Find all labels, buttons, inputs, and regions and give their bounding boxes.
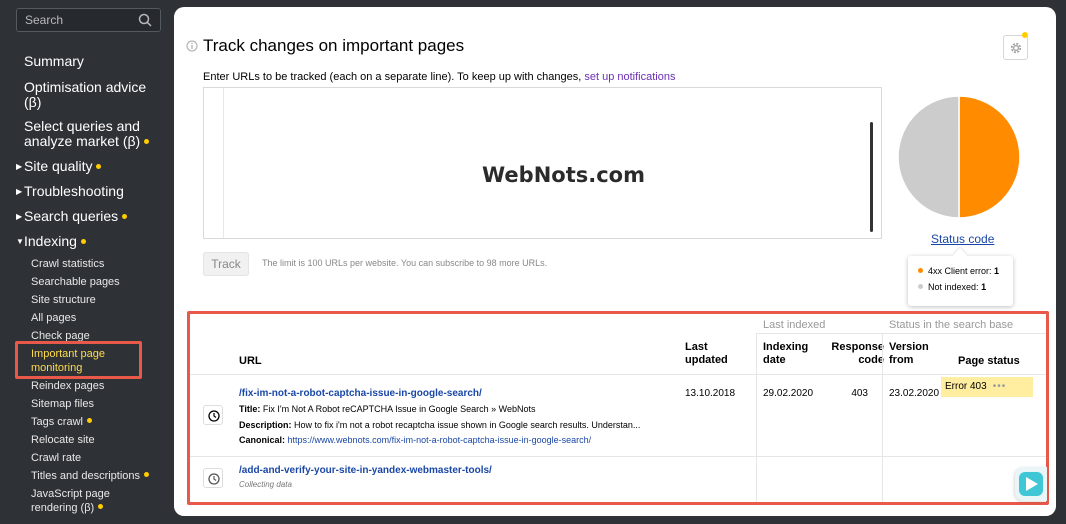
sidebar-item-reindex-pages[interactable]: Reindex pages xyxy=(31,379,166,393)
assistant-button[interactable] xyxy=(1015,467,1047,501)
legend-item-4xx: 4xx Client error: 1 xyxy=(918,266,999,276)
main-panel: Track changes on important pages Enter U… xyxy=(174,7,1056,516)
caret-right-icon: ▶ xyxy=(16,162,23,171)
line-number-gutter xyxy=(204,88,224,238)
new-badge-dot xyxy=(98,504,104,509)
sidebar-section-label: Search queries xyxy=(24,208,119,224)
sidebar-item-tags-crawl[interactable]: Tags crawl xyxy=(31,415,166,429)
table-highlight-box xyxy=(187,311,1049,505)
sidebar-section-label: Troubleshooting xyxy=(24,183,124,199)
pie-slice-0[interactable] xyxy=(958,95,1021,219)
new-badge-dot xyxy=(122,214,128,219)
sidebar-section-search-queries[interactable]: ▶ Search queries xyxy=(16,208,128,225)
legend-value: 1 xyxy=(981,282,987,292)
sidebar-item-titles-and-descriptions[interactable]: Titles and descriptions xyxy=(31,469,166,483)
legend-dot-orange xyxy=(918,268,923,273)
sidebar-item-sitemap-files[interactable]: Sitemap files xyxy=(31,397,166,411)
play-arrow-icon xyxy=(1019,472,1043,496)
sidebar-item-javascript-page-rendering[interactable]: JavaScript page rendering (β) xyxy=(31,487,126,515)
status-code-pie-chart xyxy=(897,95,1021,219)
info-icon[interactable] xyxy=(186,40,198,52)
sidebar-item-label: Titles and descriptions xyxy=(31,470,141,482)
sidebar: Summary Optimisation advice (β) Select q… xyxy=(0,0,172,524)
instructions-label: Enter URLs to be tracked (each on a sepa… xyxy=(203,71,582,83)
settings-button[interactable] xyxy=(1003,35,1028,60)
sidebar-section-indexing[interactable]: ▼Indexing xyxy=(16,233,86,250)
sidebar-item-summary[interactable]: Summary xyxy=(24,54,164,69)
legend-dot-grey xyxy=(918,284,923,289)
sidebar-item-all-pages[interactable]: All pages xyxy=(31,311,166,325)
sidebar-item-label: Tags crawl xyxy=(31,416,83,428)
sidebar-section-label: Site quality xyxy=(24,158,93,174)
new-badge-dot xyxy=(144,139,150,144)
new-badge-dot xyxy=(86,418,92,423)
caret-down-icon: ▼ xyxy=(16,237,24,246)
instructions-text: Enter URLs to be tracked (each on a sepa… xyxy=(203,71,675,83)
page-title: Track changes on important pages xyxy=(203,36,465,55)
legend-label: Not indexed: xyxy=(928,282,979,292)
sidebar-search[interactable] xyxy=(16,8,161,32)
sidebar-item-searchable-pages[interactable]: Searchable pages xyxy=(31,275,166,289)
new-badge-dot xyxy=(144,472,150,477)
sidebar-section-site-quality[interactable]: ▶ Site quality xyxy=(16,158,102,175)
caret-right-icon: ▶ xyxy=(16,212,23,221)
notification-dot xyxy=(1022,32,1028,38)
legend-value: 1 xyxy=(994,266,1000,276)
textarea-scrollbar[interactable] xyxy=(870,122,873,232)
watermark-logo: WebNots.com xyxy=(482,163,645,187)
chart-legend-tooltip: 4xx Client error: 1 Not indexed: 1 xyxy=(908,256,1013,306)
search-icon[interactable] xyxy=(138,13,152,27)
sidebar-item-relocate-site[interactable]: Relocate site xyxy=(31,433,166,447)
sidebar-item-site-structure[interactable]: Site structure xyxy=(31,293,166,307)
pie-slice-1[interactable] xyxy=(897,95,960,219)
sidebar-section-troubleshooting[interactable]: ▶ Troubleshooting xyxy=(16,183,124,200)
track-button[interactable]: Track xyxy=(203,252,249,276)
set-up-notifications-link[interactable]: set up notifications xyxy=(584,71,675,83)
legend-label: 4xx Client error: xyxy=(928,266,992,276)
sidebar-item-select-queries[interactable]: Select queries and analyze market (β) xyxy=(24,119,164,149)
gear-icon xyxy=(1010,42,1022,54)
sidebar-section-label: Indexing xyxy=(24,233,77,249)
sidebar-item-check-page[interactable]: Check page xyxy=(31,329,166,343)
sidebar-item-important-page-monitoring[interactable]: Important page monitoring xyxy=(31,347,131,375)
status-code-link[interactable]: Status code xyxy=(931,232,994,246)
new-badge-dot xyxy=(96,164,102,169)
sidebar-item-label: Select queries and analyze market (β) xyxy=(24,118,141,149)
sidebar-item-crawl-rate[interactable]: Crawl rate xyxy=(31,451,166,465)
sidebar-item-label: JavaScript page rendering (β) xyxy=(31,488,110,514)
sidebar-item-optimisation-advice[interactable]: Optimisation advice (β) xyxy=(24,80,164,110)
url-limit-note: The limit is 100 URLs per website. You c… xyxy=(262,258,548,268)
caret-right-icon: ▶ xyxy=(16,187,23,196)
sidebar-item-crawl-statistics[interactable]: Crawl statistics xyxy=(31,257,166,271)
legend-item-not-indexed: Not indexed: 1 xyxy=(918,282,986,292)
new-badge-dot xyxy=(80,239,86,244)
